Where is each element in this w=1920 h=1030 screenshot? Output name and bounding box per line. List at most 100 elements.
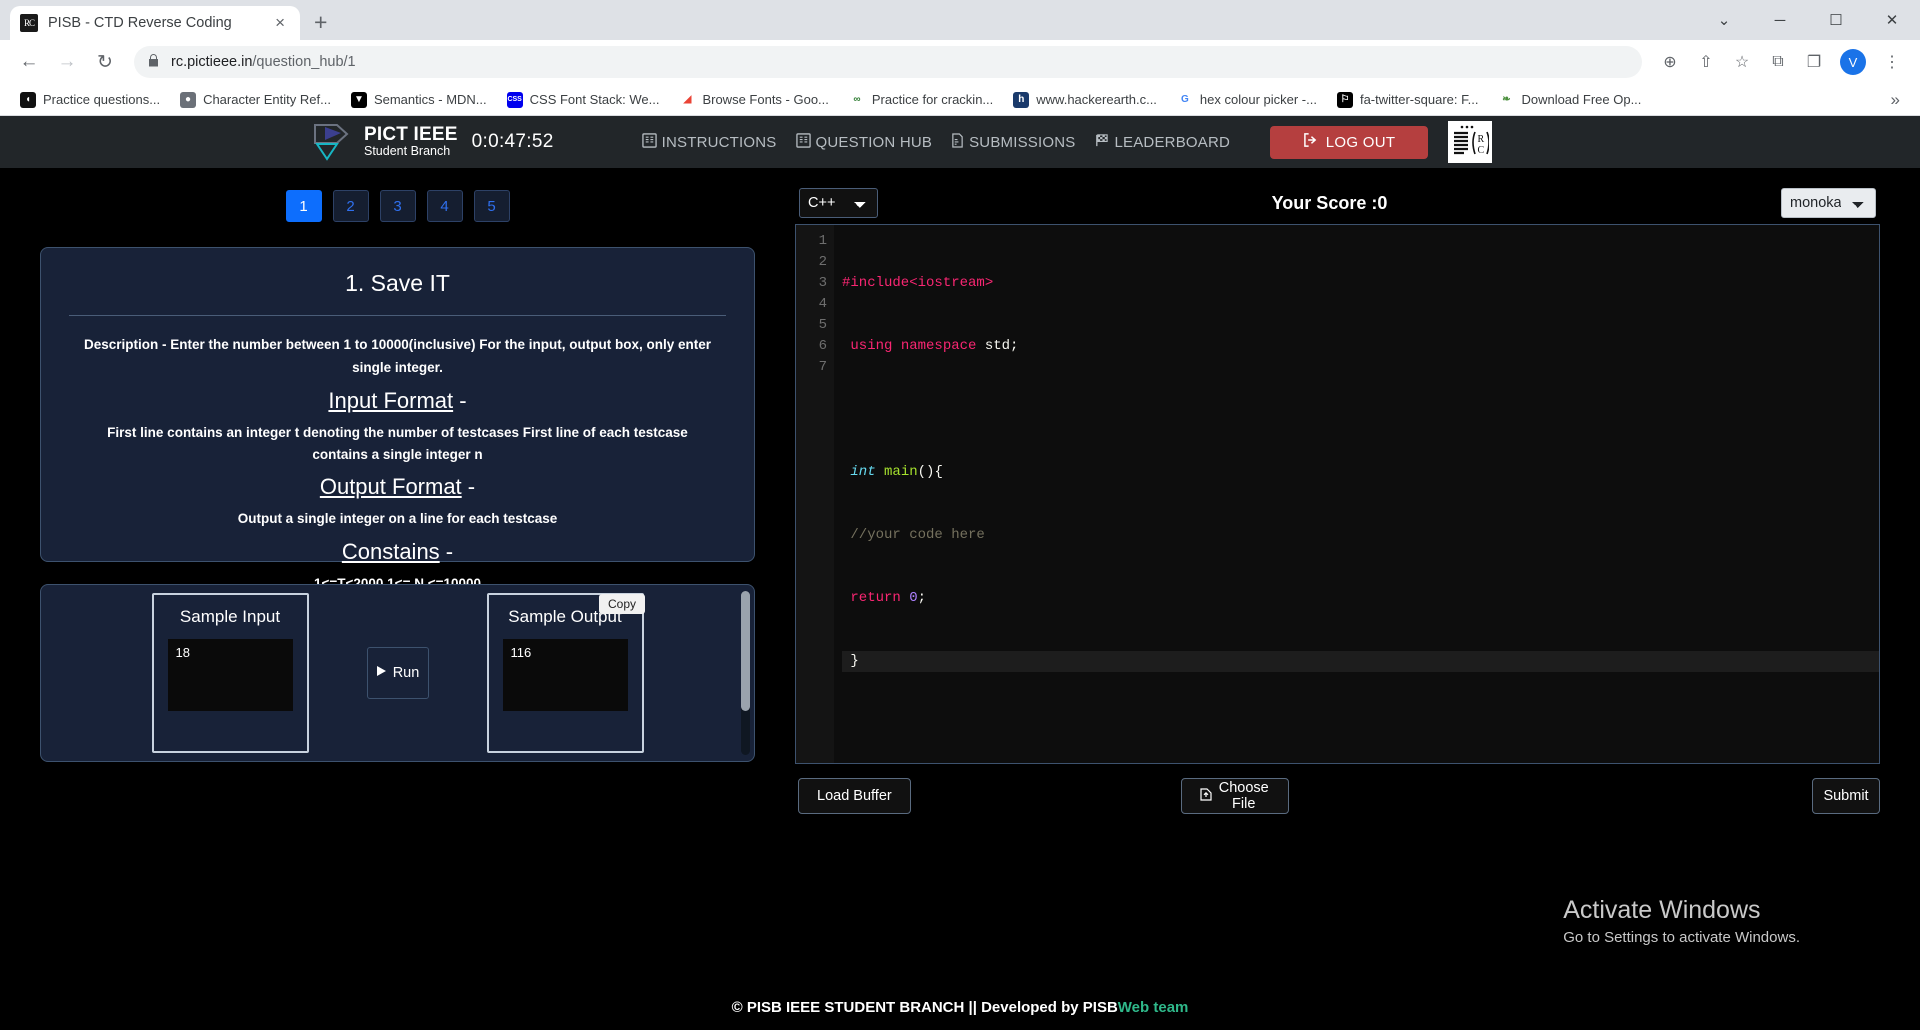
- chevron-down-icon[interactable]: ⌄: [1696, 0, 1752, 40]
- chrome-menu-icon[interactable]: ⋮: [1876, 46, 1908, 78]
- bookmark-label: www.hackerearth.c...: [1036, 92, 1157, 107]
- output-format-text: Output a single integer on a line for ea…: [237, 511, 558, 527]
- maximize-window-button[interactable]: ☐: [1808, 0, 1864, 40]
- sample-io-card: Copy Sample Input Run Sample Output: [40, 584, 755, 762]
- lock-icon: [148, 54, 159, 70]
- submit-button[interactable]: Submit: [1812, 778, 1880, 814]
- language-select[interactable]: C++: [799, 188, 878, 218]
- code-token: }: [842, 653, 859, 669]
- input-format-text: First line contains an integer t denotin…: [107, 424, 688, 463]
- sign-out-icon: [1303, 133, 1318, 151]
- forward-icon[interactable]: →: [50, 45, 84, 79]
- brand-line-1: PICT IEEE: [364, 124, 458, 146]
- question-tab-2[interactable]: 2: [332, 190, 369, 222]
- nav-item-instructions[interactable]: INSTRUCTIONS: [641, 132, 777, 152]
- sample-input-field[interactable]: [167, 639, 293, 711]
- tab-strip: RC PISB - CTD Reverse Coding × + ⌄ ─ ☐ ✕: [0, 0, 1920, 40]
- question-title: 1. Save IT: [345, 270, 450, 296]
- bookmark-star-icon[interactable]: ☆: [1726, 46, 1758, 78]
- close-window-button[interactable]: ✕: [1864, 0, 1920, 40]
- bookmark-label: CSS Font Stack: We...: [529, 92, 660, 107]
- bookmark-label: Practice for crackin...: [871, 92, 994, 107]
- watermark-subtitle: Go to Settings to activate Windows.: [1563, 929, 1800, 946]
- sample-scrollbar-thumb[interactable]: [741, 591, 750, 711]
- code-token: ;: [917, 590, 927, 606]
- svg-text:C: C: [1478, 145, 1485, 156]
- minimize-window-button[interactable]: ─: [1752, 0, 1808, 40]
- editor-actions: Load Buffer Choose File Submit: [795, 764, 1880, 828]
- bookmark-item[interactable]: ⚐ fa-twitter-square: F...: [1329, 88, 1486, 112]
- profile-avatar[interactable]: V: [1840, 49, 1866, 75]
- choose-file-button[interactable]: Choose File: [1180, 778, 1289, 814]
- code-token: <iostream>: [909, 275, 994, 291]
- bookmark-item[interactable]: ◢ Browse Fonts - Goo...: [671, 88, 836, 112]
- line-number: 5: [818, 317, 827, 333]
- nav-label: QUESTION HUB: [815, 133, 933, 151]
- bookmark-item[interactable]: Ghex colour picker -...: [1169, 88, 1325, 112]
- new-tab-button[interactable]: +: [300, 9, 341, 40]
- url-host: rc.pictieee.in: [171, 54, 253, 70]
- footer-web-team-link[interactable]: Web team: [1118, 999, 1189, 1016]
- copy-tooltip[interactable]: Copy: [599, 594, 646, 614]
- bookmark-favicon-icon: CSS: [506, 91, 523, 108]
- load-buffer-button[interactable]: Load Buffer: [798, 778, 911, 814]
- bookmark-item[interactable]: ❧ Download Free Op...: [1490, 88, 1649, 112]
- run-label: Run: [392, 665, 420, 681]
- question-tab-1[interactable]: 1: [285, 190, 322, 222]
- main-content: 1 2 3 4 5 1. Save IT Description - Enter…: [0, 168, 1920, 974]
- output-format-heading: Output Format -: [69, 474, 726, 500]
- flag-icon: [1094, 133, 1109, 152]
- bookmarks-overflow-icon[interactable]: »: [1883, 90, 1908, 110]
- bookmark-item[interactable]: ◖ Practice questions...: [12, 88, 168, 112]
- nav-item-leaderboard[interactable]: LEADERBOARD: [1094, 133, 1230, 152]
- sample-output-box: Sample Output: [486, 593, 644, 753]
- sample-output-field[interactable]: [502, 639, 628, 711]
- nav-item-question-hub[interactable]: QUESTION HUB: [795, 132, 933, 152]
- close-tab-icon[interactable]: ×: [270, 13, 290, 33]
- bookmark-item[interactable]: CSS CSS Font Stack: We...: [499, 88, 668, 112]
- code-line: #include<iostream>: [842, 273, 1879, 294]
- question-tab-5[interactable]: 5: [473, 190, 510, 222]
- input-format-heading: Input Format -: [69, 388, 726, 414]
- bookmark-item[interactable]: h www.hackerearth.c...: [1005, 88, 1165, 112]
- theme-select[interactable]: monokai: [1781, 188, 1876, 218]
- bookmark-item[interactable]: ▼ Semantics - MDN...: [343, 88, 495, 112]
- question-tab-3[interactable]: 3: [379, 190, 416, 222]
- editor-code[interactable]: #include<iostream> using namespace std; …: [834, 225, 1879, 763]
- output-format-label: Output Format: [319, 474, 462, 500]
- pict-ieee-logo-icon: [311, 123, 353, 161]
- brand[interactable]: PICT IEEE Student Branch: [311, 123, 458, 161]
- bookmark-favicon-icon: G: [1176, 91, 1193, 108]
- question-number-nav: 1 2 3 4 5: [40, 190, 755, 222]
- run-button[interactable]: Run: [366, 647, 429, 699]
- bookmark-item[interactable]: ∞ Practice for crackin...: [841, 88, 1001, 112]
- bookmark-label: Browse Fonts - Goo...: [702, 92, 829, 107]
- rc-favicon-icon: RC: [20, 14, 38, 32]
- code-token: namespace: [900, 338, 977, 354]
- back-icon[interactable]: ←: [12, 45, 46, 79]
- code-token: #include: [842, 275, 910, 291]
- nav-label: SUBMISSIONS: [969, 133, 1076, 151]
- nav-item-submissions[interactable]: SUBMISSIONS: [951, 132, 1076, 152]
- list-icon: [795, 132, 811, 152]
- bookmark-item[interactable]: ● Character Entity Ref...: [172, 88, 339, 112]
- browser-tab[interactable]: RC PISB - CTD Reverse Coding ×: [10, 6, 300, 40]
- window-controls: ⌄ ─ ☐ ✕: [1696, 0, 1920, 40]
- extensions-icon[interactable]: ⧉: [1762, 46, 1794, 78]
- question-tab-4[interactable]: 4: [426, 190, 463, 222]
- logout-button[interactable]: LOG OUT: [1270, 125, 1429, 159]
- code-editor[interactable]: 1 2 3 4 5 6 7 #include<iostream> using n…: [795, 224, 1880, 764]
- share-icon[interactable]: ⇧: [1690, 46, 1722, 78]
- bookmark-favicon-icon: ◖: [20, 91, 36, 108]
- code-token: //your code here: [842, 527, 985, 543]
- browser-chrome: RC PISB - CTD Reverse Coding × + ⌄ ─ ☐ ✕…: [0, 0, 1920, 116]
- question-pane: 1 2 3 4 5 1. Save IT Description - Enter…: [0, 168, 795, 974]
- reload-icon[interactable]: ↻: [88, 45, 122, 79]
- line-number: 6: [818, 338, 827, 354]
- address-bar[interactable]: rc.pictieee.in/question_hub/1: [134, 46, 1642, 78]
- side-panel-icon[interactable]: ❐: [1798, 46, 1830, 78]
- bookmarks-bar: ◖ Practice questions... ● Character Entity…: [0, 84, 1920, 116]
- search-icon[interactable]: ⊕: [1654, 46, 1686, 78]
- browser-toolbar: ← → ↻ rc.pictieee.in/question_hub/1 ⊕ ⇧ …: [0, 40, 1920, 84]
